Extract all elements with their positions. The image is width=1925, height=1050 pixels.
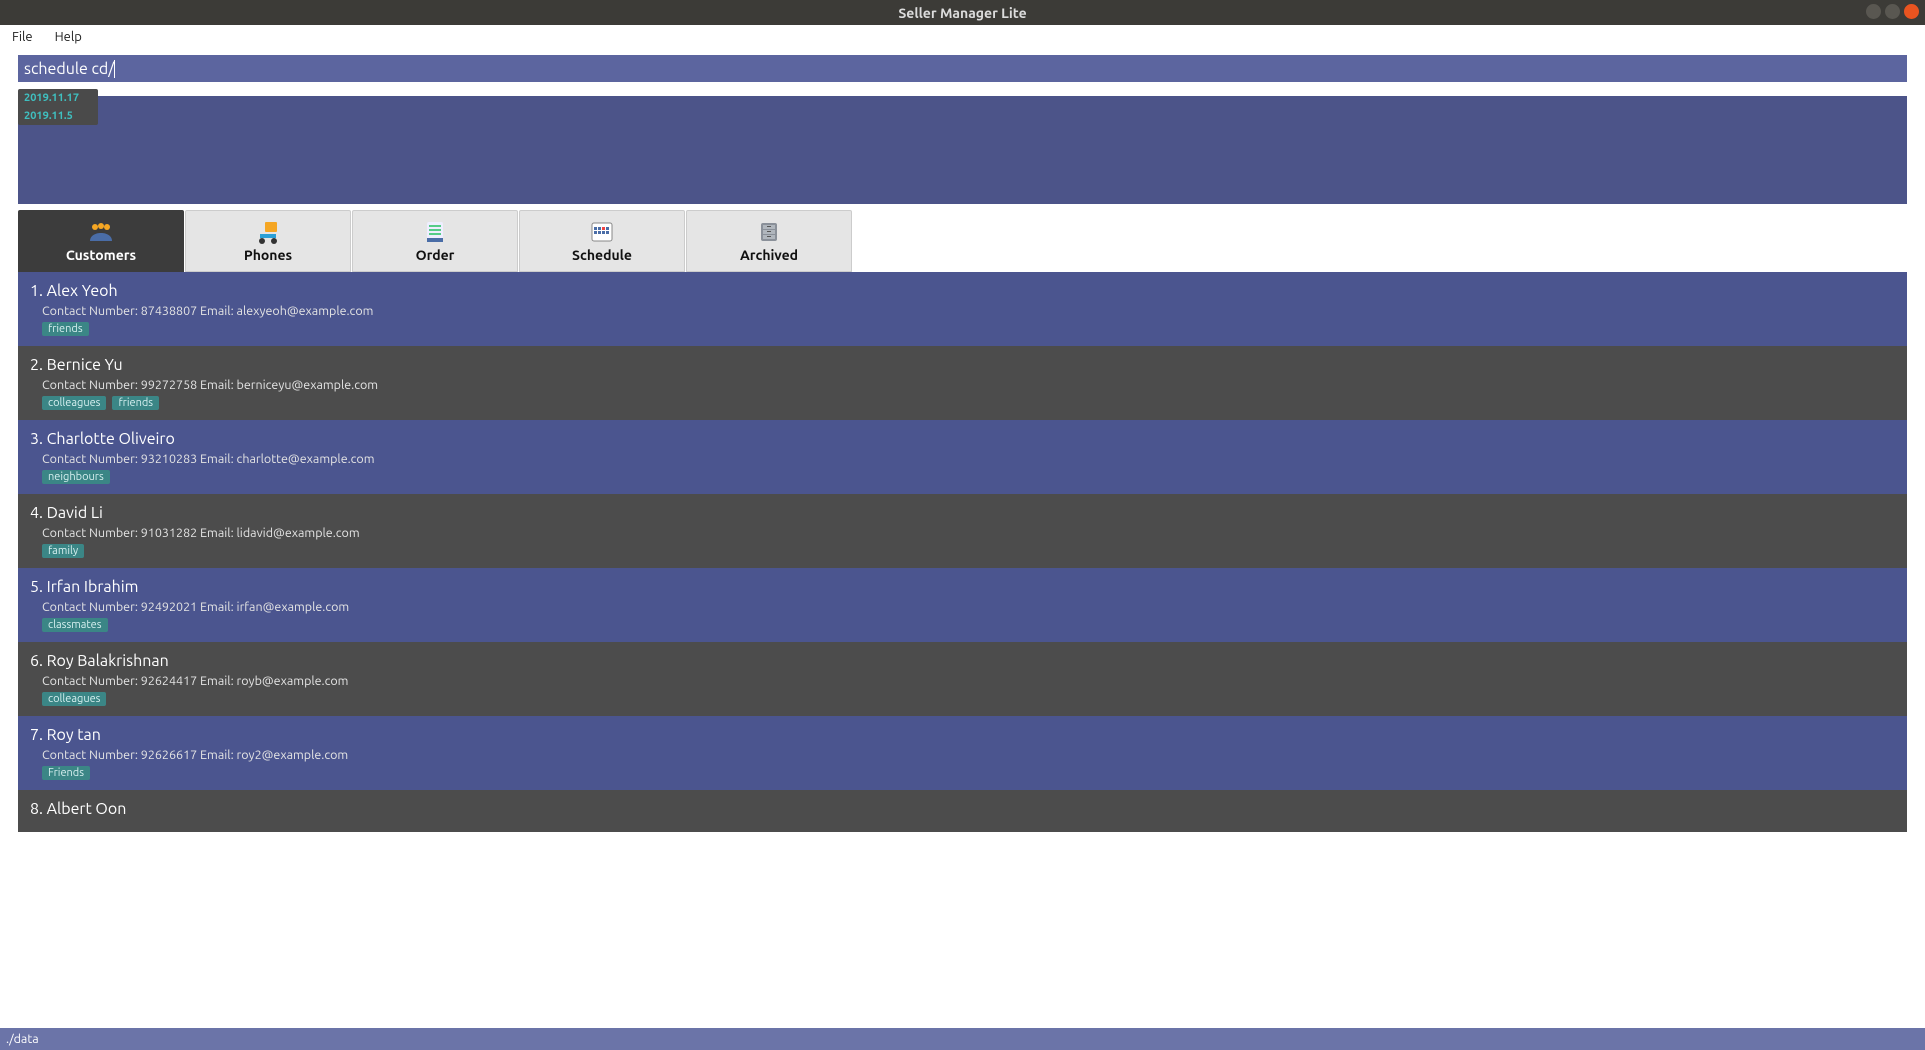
tab-order[interactable]: Order <box>352 210 518 272</box>
statusbar-text: ./data <box>6 1032 39 1046</box>
tag: friends <box>42 322 89 336</box>
customer-list[interactable]: 1. Alex Yeoh Contact Number: 87438807 Ema… <box>18 272 1907 1028</box>
autocomplete-item[interactable]: 2019.11.17 <box>18 89 98 107</box>
customer-details: Contact Number: 99272758 Email: bernicey… <box>42 378 1885 392</box>
tab-customers[interactable]: Customers <box>18 210 184 272</box>
window-controls <box>1866 4 1919 19</box>
customer-name: 8. Albert Oon <box>30 800 1885 818</box>
autocomplete-popup: 2019.11.17 2019.11.5 <box>18 89 98 125</box>
customer-details: Contact Number: 91031282 Email: lidavid@… <box>42 526 1885 540</box>
archived-icon <box>758 219 780 245</box>
phones-icon <box>255 219 281 245</box>
maximize-icon[interactable] <box>1885 4 1900 19</box>
tabs: Customers Phones Order <box>18 210 1907 272</box>
order-icon <box>424 219 446 245</box>
customer-name: 7. Roy tan <box>30 726 1885 744</box>
tab-label: Phones <box>244 247 292 263</box>
customer-tags: neighbours <box>42 470 1885 484</box>
tag: colleagues <box>42 396 106 410</box>
tab-phones[interactable]: Phones <box>185 210 351 272</box>
command-input-value: schedule cd/ <box>24 60 114 78</box>
content-area: schedule cd/ 2019.11.17 2019.11.5 Custom… <box>0 49 1925 1028</box>
customer-row[interactable]: 6. Roy Balakrishnan Contact Number: 92624… <box>18 642 1907 716</box>
customer-row[interactable]: 3. Charlotte Oliveiro Contact Number: 932… <box>18 420 1907 494</box>
customer-name: 4. David Li <box>30 504 1885 522</box>
customer-row[interactable]: 5. Irfan Ibrahim Contact Number: 92492021… <box>18 568 1907 642</box>
tab-archived[interactable]: Archived <box>686 210 852 272</box>
customer-details: Contact Number: 93210283 Email: charlott… <box>42 452 1885 466</box>
customer-row[interactable]: 8. Albert Oon <box>18 790 1907 832</box>
customers-icon <box>86 219 116 245</box>
schedule-icon <box>590 219 614 245</box>
titlebar: Seller Manager Lite <box>0 0 1925 25</box>
menubar: File Help <box>0 25 1925 49</box>
customer-tags: Friends <box>42 766 1885 780</box>
tab-schedule[interactable]: Schedule <box>519 210 685 272</box>
autocomplete-item[interactable]: 2019.11.5 <box>18 107 98 125</box>
menu-help[interactable]: Help <box>55 30 82 44</box>
tag: family <box>42 544 84 558</box>
minimize-icon[interactable] <box>1866 4 1881 19</box>
customer-details: Contact Number: 92492021 Email: irfan@ex… <box>42 600 1885 614</box>
customer-name: 1. Alex Yeoh <box>30 282 1885 300</box>
customer-name: 2. Bernice Yu <box>30 356 1885 374</box>
customer-name: 5. Irfan Ibrahim <box>30 578 1885 596</box>
customer-row[interactable]: 7. Roy tan Contact Number: 92626617 Email… <box>18 716 1907 790</box>
customer-details: Contact Number: 87438807 Email: alexyeoh… <box>42 304 1885 318</box>
tab-label: Schedule <box>572 247 632 263</box>
statusbar: ./data <box>0 1028 1925 1050</box>
menu-file[interactable]: File <box>12 30 33 44</box>
customer-details: Contact Number: 92626617 Email: roy2@exa… <box>42 748 1885 762</box>
tag: friends <box>112 396 159 410</box>
tag: classmates <box>42 618 108 632</box>
close-icon[interactable] <box>1904 4 1919 19</box>
customer-tags: family <box>42 544 1885 558</box>
tab-label: Archived <box>740 247 798 263</box>
tab-label: Order <box>416 247 455 263</box>
tag: neighbours <box>42 470 110 484</box>
tab-label: Customers <box>66 247 136 263</box>
tag: colleagues <box>42 692 106 706</box>
customer-list-wrap: 1. Alex Yeoh Contact Number: 87438807 Ema… <box>18 272 1907 1028</box>
customer-row[interactable]: 1. Alex Yeoh Contact Number: 87438807 Ema… <box>18 272 1907 346</box>
customer-row[interactable]: 4. David Li Contact Number: 91031282 Emai… <box>18 494 1907 568</box>
customer-tags: classmates <box>42 618 1885 632</box>
customer-tags: friends <box>42 322 1885 336</box>
window-title: Seller Manager Lite <box>898 5 1026 21</box>
customer-name: 6. Roy Balakrishnan <box>30 652 1885 670</box>
command-input[interactable]: schedule cd/ <box>18 55 1907 82</box>
customer-name: 3. Charlotte Oliveiro <box>30 430 1885 448</box>
customer-details: Contact Number: 92624417 Email: royb@exa… <box>42 674 1885 688</box>
result-panel <box>18 96 1907 204</box>
text-caret <box>114 60 115 78</box>
tag: Friends <box>42 766 90 780</box>
customer-row[interactable]: 2. Bernice Yu Contact Number: 99272758 Em… <box>18 346 1907 420</box>
customer-tags: colleagues <box>42 692 1885 706</box>
customer-tags: colleagues friends <box>42 396 1885 410</box>
